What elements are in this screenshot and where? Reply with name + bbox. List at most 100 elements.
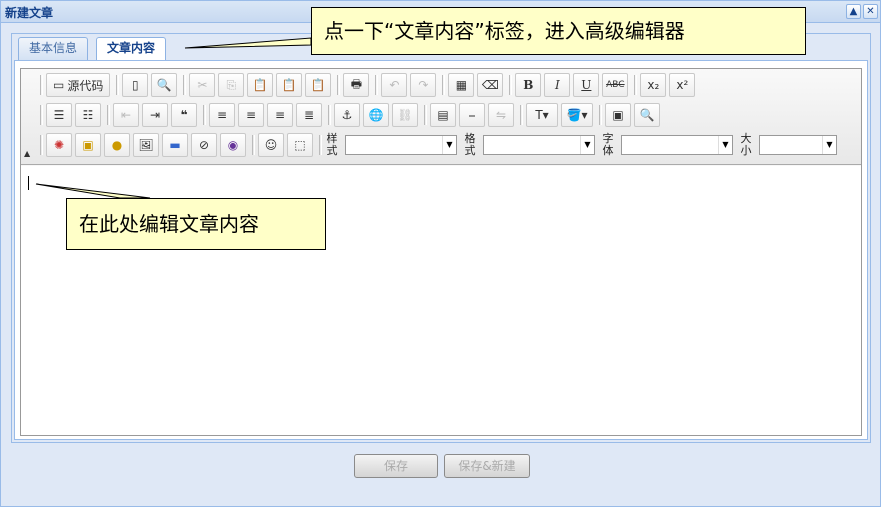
- paste-word-button[interactable]: 📋: [305, 73, 332, 97]
- unlink-button[interactable]: ⛓: [392, 103, 418, 127]
- toolbar-separator: [337, 75, 341, 95]
- bulleted-list-icon: ☷: [82, 108, 94, 122]
- outdent-button[interactable]: ⇤: [113, 103, 139, 127]
- superscript-button[interactable]: x²: [669, 73, 696, 97]
- subscript-button[interactable]: x₂: [640, 73, 667, 97]
- numbered-list-icon: ☰: [53, 108, 65, 122]
- undo-button[interactable]: ↶: [381, 73, 408, 97]
- smiley-icon: ☺: [264, 138, 278, 152]
- flash-button[interactable]: ✺: [46, 133, 72, 157]
- preview-icon: 🔍: [156, 78, 172, 92]
- superscript-icon: x²: [676, 78, 689, 92]
- chevron-down-icon: ▼: [822, 136, 836, 154]
- toolbar-separator: [40, 105, 43, 125]
- maximize-button[interactable]: ▣: [605, 103, 631, 127]
- bubble-icon: ◉: [227, 138, 239, 152]
- smiley-button[interactable]: ☺: [258, 133, 284, 157]
- toolbar-separator: [442, 75, 446, 95]
- text-color-button[interactable]: T▾: [526, 103, 558, 127]
- underline-button[interactable]: U: [573, 73, 600, 97]
- indent-icon: ⇥: [149, 108, 161, 122]
- tab-basic-info[interactable]: 基本信息: [18, 37, 89, 60]
- clipboard-icon: 📋: [252, 78, 268, 92]
- quote-icon: ❝: [180, 108, 188, 122]
- align-right-button[interactable]: ≡: [267, 103, 293, 127]
- source-code-icon: ▭: [53, 78, 65, 92]
- table-icon: ▤: [437, 108, 449, 122]
- toolbar-separator: [375, 75, 379, 95]
- new-page-button[interactable]: ▯: [122, 73, 149, 97]
- font-select[interactable]: ▼: [621, 135, 733, 155]
- underline-icon: U: [581, 78, 592, 92]
- align-left-icon: ≡: [216, 108, 228, 122]
- printer-icon: 🖶: [350, 76, 363, 91]
- save-and-new-button[interactable]: 保存&新建: [444, 454, 530, 478]
- format-select[interactable]: ▼: [483, 135, 595, 155]
- editor-toolbar: ▭ 源代码 ▯ 🔍 ✂ ⎘ 📋 📋 📋 🖶 ↶ ↷ ▦ ⌫ B I U ABC …: [21, 69, 861, 165]
- strikethrough-icon: ABC: [606, 80, 625, 90]
- paste-text-button[interactable]: 📋: [276, 73, 303, 97]
- source-code-button[interactable]: ▭ 源代码: [46, 73, 111, 97]
- image-button[interactable]: 🖼: [133, 133, 159, 157]
- bulleted-list-button[interactable]: ☷: [75, 103, 101, 127]
- special-char-button[interactable]: ⬚: [287, 133, 313, 157]
- attachment-button[interactable]: ●: [104, 133, 130, 157]
- align-left-button[interactable]: ≡: [209, 103, 235, 127]
- select-all-button[interactable]: ▦: [448, 73, 475, 97]
- bold-icon: B: [523, 78, 534, 92]
- special-button[interactable]: ◉: [220, 133, 246, 157]
- paste-button[interactable]: 📋: [247, 73, 274, 97]
- close-icon[interactable]: ✕: [863, 4, 878, 19]
- remove-format-button[interactable]: ⌫: [477, 73, 504, 97]
- tab-article-content[interactable]: 文章内容: [96, 37, 167, 61]
- align-center-button[interactable]: ≡: [238, 103, 264, 127]
- cut-button[interactable]: ✂: [189, 73, 216, 97]
- redo-button[interactable]: ↷: [410, 73, 437, 97]
- save-button[interactable]: 保存: [354, 454, 438, 478]
- toolbar-collapse-icon[interactable]: ▲: [24, 149, 30, 158]
- table-button[interactable]: ▤: [430, 103, 456, 127]
- toolbar-separator: [328, 105, 331, 125]
- background-color-button[interactable]: 🪣▾: [561, 103, 593, 127]
- style-select[interactable]: ▼: [345, 135, 457, 155]
- toolbar-separator: [634, 75, 638, 95]
- preview-button[interactable]: 🔍: [151, 73, 178, 97]
- toolbar-separator: [424, 105, 427, 125]
- copy-button[interactable]: ⎘: [218, 73, 245, 97]
- align-right-icon: ≡: [274, 108, 286, 122]
- strikethrough-button[interactable]: ABC: [602, 73, 629, 97]
- eraser-icon: ⌫: [481, 78, 499, 92]
- image-icon: 🖼: [138, 138, 154, 152]
- bold-button[interactable]: B: [515, 73, 542, 97]
- compass-button[interactable]: ⊘: [191, 133, 217, 157]
- link-button[interactable]: 🌐: [363, 103, 389, 127]
- tab-body: ▭ 源代码 ▯ 🔍 ✂ ⎘ 📋 📋 📋 🖶 ↶ ↷ ▦ ⌫ B I U ABC …: [14, 60, 868, 440]
- blockquote-button[interactable]: ❝: [171, 103, 197, 127]
- justify-button[interactable]: ≣: [296, 103, 322, 127]
- toolbar-separator: [107, 105, 110, 125]
- horizontal-rule-button[interactable]: ⎯: [459, 103, 485, 127]
- tip-callout-tab-text: 点一下“文章内容”标签，进入高级编辑器: [324, 19, 685, 43]
- chevron-down-icon: ▼: [442, 136, 456, 154]
- media-button[interactable]: ▣: [75, 133, 101, 157]
- insert-template-button[interactable]: ▬: [162, 133, 188, 157]
- show-blocks-button[interactable]: 🔍: [634, 103, 660, 127]
- print-button[interactable]: 🖶: [343, 73, 370, 97]
- anchor-button[interactable]: ⚓: [334, 103, 360, 127]
- media-icon: ▣: [82, 138, 94, 152]
- toolbar-separator: [203, 105, 206, 125]
- toolbar-separator: [252, 135, 255, 155]
- indent-button[interactable]: ⇥: [142, 103, 168, 127]
- toolbar-row-2: ☰ ☷ ⇤ ⇥ ❝ ≡ ≡ ≡ ≣ ⚓ 🌐 ⛓ ▤ ⎯ ⇋ T▾ 🪣▾ ▣ 🔍: [37, 101, 663, 129]
- italic-button[interactable]: I: [544, 73, 571, 97]
- toolbar-separator: [509, 75, 513, 95]
- copy-icon: ⎘: [226, 77, 237, 92]
- flash-icon: ✺: [53, 138, 65, 152]
- justify-icon: ≣: [303, 108, 315, 122]
- size-select[interactable]: ▼: [759, 135, 837, 155]
- page-break-button[interactable]: ⇋: [488, 103, 514, 127]
- toolbar-row-1: ▭ 源代码 ▯ 🔍 ✂ ⎘ 📋 📋 📋 🖶 ↶ ↷ ▦ ⌫ B I U ABC …: [37, 71, 698, 99]
- numbered-list-button[interactable]: ☰: [46, 103, 72, 127]
- align-center-icon: ≡: [245, 108, 257, 122]
- collapse-icon[interactable]: ▲: [846, 4, 861, 19]
